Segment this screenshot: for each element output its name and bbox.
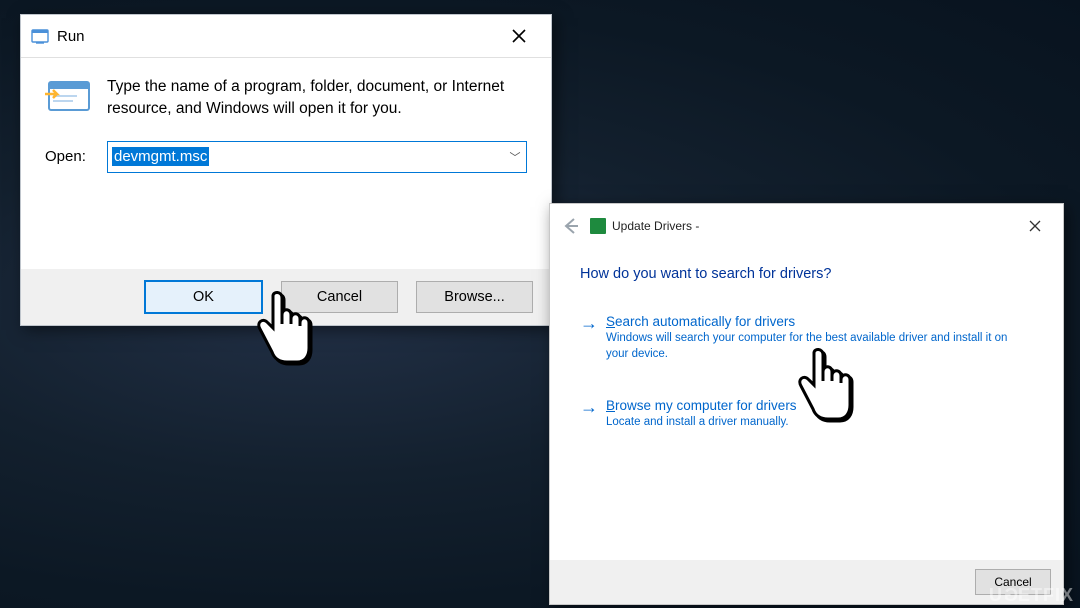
update-drivers-dialog: Update Drivers - How do you want to sear… <box>549 203 1064 605</box>
run-icon <box>31 27 49 45</box>
arrow-icon: → <box>580 398 606 431</box>
option2-title: Browse my computer for drivers <box>606 398 797 413</box>
back-button[interactable] <box>558 213 584 239</box>
update-body: How do you want to search for drivers? →… <box>550 248 1063 431</box>
open-label: Open: <box>45 148 107 165</box>
watermark: UGETFIX <box>989 585 1074 606</box>
option2-desc: Locate and install a driver manually. <box>606 415 797 431</box>
run-close-button[interactable] <box>497 19 541 53</box>
close-icon <box>512 29 526 43</box>
run-body: Type the name of a program, folder, docu… <box>21 58 551 121</box>
dropdown-chevron-icon[interactable]: ﹀ <box>504 149 526 165</box>
run-titlebar: Run <box>21 15 551 58</box>
update-titlebar: Update Drivers - <box>550 204 1063 248</box>
option1-title: Search automatically for drivers <box>606 314 1026 329</box>
arrow-icon: → <box>580 314 606 362</box>
browse-button[interactable]: Browse... <box>416 281 533 313</box>
run-button-row: OK Cancel Browse... <box>21 269 551 325</box>
close-icon <box>1029 220 1041 232</box>
update-question: How do you want to search for drivers? <box>580 266 1033 282</box>
run-program-icon <box>45 76 93 120</box>
run-instruction: Type the name of a program, folder, docu… <box>107 76 527 121</box>
back-arrow-icon <box>562 217 580 235</box>
run-dialog: Run Type the name of a program, folder, … <box>20 14 552 326</box>
option-browse-computer[interactable]: → Browse my computer for drivers Locate … <box>580 398 1033 431</box>
update-button-row: Cancel <box>550 560 1063 604</box>
ok-button[interactable]: OK <box>144 280 263 314</box>
run-open-value: devmgmt.msc <box>112 147 209 166</box>
option1-desc: Windows will search your computer for th… <box>606 331 1026 362</box>
run-title-text: Run <box>57 28 85 45</box>
update-close-button[interactable] <box>1015 211 1055 241</box>
run-open-input[interactable]: devmgmt.msc ﹀ <box>107 141 527 173</box>
run-open-row: Open: devmgmt.msc ﹀ <box>21 121 551 173</box>
option-search-automatically[interactable]: → Search automatically for drivers Windo… <box>580 314 1033 362</box>
device-icon <box>590 218 606 234</box>
cancel-button[interactable]: Cancel <box>281 281 398 313</box>
update-title-text: Update Drivers - <box>612 219 699 233</box>
